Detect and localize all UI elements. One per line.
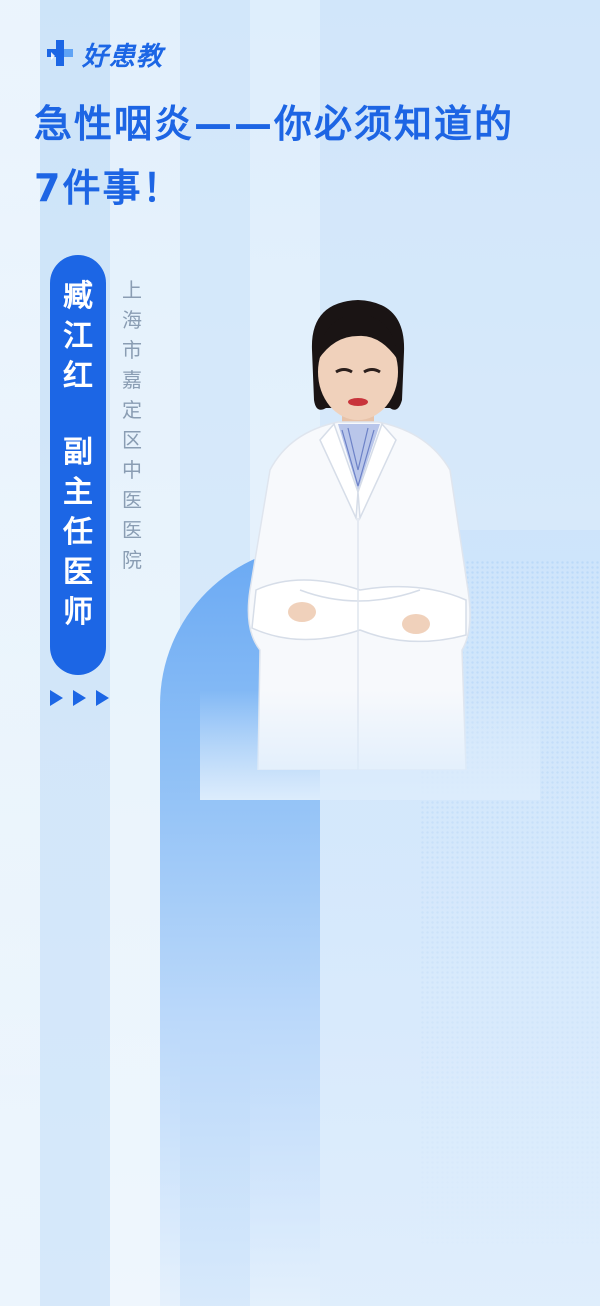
name-char: 臧 bbox=[63, 279, 93, 314]
role-char: 主 bbox=[63, 475, 93, 510]
hospital-char: 区 bbox=[122, 428, 142, 452]
role-char: 副 bbox=[63, 435, 93, 470]
portrait-fade bbox=[200, 690, 540, 800]
hospital-char: 中 bbox=[122, 458, 142, 482]
title-line-2: 7件事！ bbox=[34, 166, 183, 210]
hospital-char: 医 bbox=[122, 518, 142, 542]
hospital-char: 定 bbox=[122, 398, 142, 422]
hospital-char: 海 bbox=[122, 308, 142, 332]
hospital-char: 医 bbox=[122, 488, 142, 512]
brand-logo: 好患教 bbox=[45, 38, 164, 72]
role-char: 任 bbox=[63, 515, 93, 550]
hospital-char: 院 bbox=[122, 548, 142, 572]
role-char: 医 bbox=[63, 555, 93, 590]
medical-cross-logo-icon bbox=[47, 40, 73, 66]
play-arrow-icon bbox=[50, 690, 63, 706]
hospital-char: 上 bbox=[122, 278, 142, 302]
play-arrow-icon bbox=[73, 690, 86, 706]
name-char: 江 bbox=[63, 319, 93, 354]
role-char: 师 bbox=[63, 595, 93, 630]
doctor-name-pill: 臧 江 红 副 主 任 医 师 bbox=[50, 255, 106, 675]
hospital-char: 嘉 bbox=[122, 368, 142, 392]
hospital-char: 市 bbox=[122, 338, 142, 362]
name-char: 红 bbox=[63, 359, 93, 394]
brand-name: 好患教 bbox=[82, 41, 164, 72]
hospital-name: 上 海 市 嘉 定 区 中 医 医 院 bbox=[118, 275, 146, 575]
play-arrow-icon bbox=[96, 690, 109, 706]
arrow-decoration bbox=[50, 690, 109, 706]
page-title: 急性咽炎——你必须知道的 7件事！ bbox=[34, 92, 600, 220]
title-line-1: 急性咽炎——你必须知道的 bbox=[34, 102, 515, 146]
